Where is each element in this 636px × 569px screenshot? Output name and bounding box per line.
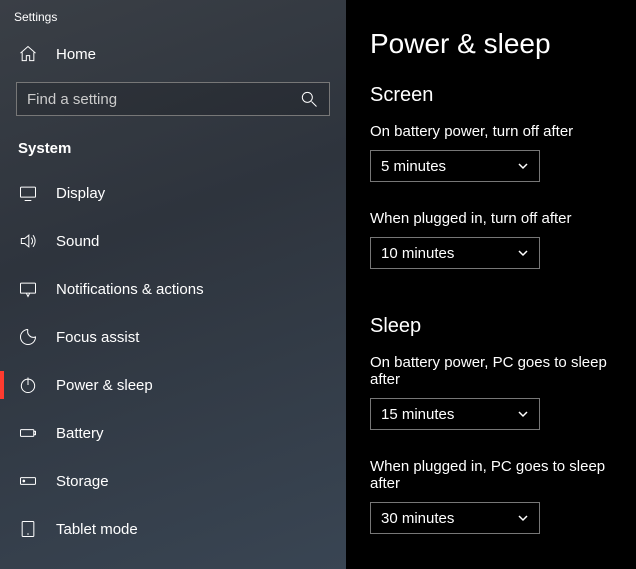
page-title: Power & sleep [370, 28, 612, 60]
chevron-down-icon [517, 160, 529, 172]
nav-home[interactable]: Home [0, 32, 346, 76]
section-screen-heading: Screen [370, 84, 612, 107]
sound-icon [18, 231, 38, 251]
nav-storage[interactable]: Storage [0, 457, 346, 505]
category-label: System [0, 130, 346, 169]
nav-power-sleep[interactable]: Power & sleep [0, 361, 346, 409]
storage-icon [18, 471, 38, 491]
nav-tablet[interactable]: Tablet mode [0, 505, 346, 553]
nav-tablet-label: Tablet mode [56, 521, 138, 538]
notifications-icon [18, 279, 38, 299]
search-icon [299, 89, 319, 109]
settings-sidebar: Settings Home System Display Sound Notif… [0, 0, 346, 569]
chevron-down-icon [517, 247, 529, 259]
nav-notifications[interactable]: Notifications & actions [0, 265, 346, 313]
screen-battery-label: On battery power, turn off after [370, 123, 612, 140]
nav-sound-label: Sound [56, 233, 99, 250]
power-icon [18, 375, 38, 395]
screen-battery-value: 5 minutes [381, 158, 446, 175]
nav-sound[interactable]: Sound [0, 217, 346, 265]
screen-plugged-label: When plugged in, turn off after [370, 210, 612, 227]
section-sleep-heading: Sleep [370, 315, 612, 338]
display-icon [18, 183, 38, 203]
sleep-battery-label: On battery power, PC goes to sleep after [370, 354, 612, 388]
search-input[interactable] [27, 91, 299, 108]
sleep-plugged-value: 30 minutes [381, 510, 454, 527]
nav-battery[interactable]: Battery [0, 409, 346, 457]
screen-plugged-value: 10 minutes [381, 245, 454, 262]
tablet-icon [18, 519, 38, 539]
sleep-battery-value: 15 minutes [381, 406, 454, 423]
home-icon [18, 44, 38, 64]
nav-focus[interactable]: Focus assist [0, 313, 346, 361]
nav-focus-label: Focus assist [56, 329, 139, 346]
nav-display[interactable]: Display [0, 169, 346, 217]
window-title: Settings [0, 0, 346, 32]
nav-battery-label: Battery [56, 425, 104, 442]
sleep-plugged-label: When plugged in, PC goes to sleep after [370, 458, 612, 492]
nav-power-label: Power & sleep [56, 377, 153, 394]
screen-plugged-dropdown[interactable]: 10 minutes [370, 237, 540, 269]
sleep-plugged-dropdown[interactable]: 30 minutes [370, 502, 540, 534]
nav-notifications-label: Notifications & actions [56, 281, 204, 298]
focus-assist-icon [18, 327, 38, 347]
search-box[interactable] [16, 82, 330, 116]
chevron-down-icon [517, 408, 529, 420]
sleep-battery-dropdown[interactable]: 15 minutes [370, 398, 540, 430]
screen-battery-dropdown[interactable]: 5 minutes [370, 150, 540, 182]
content-pane: Power & sleep Screen On battery power, t… [346, 0, 636, 569]
nav-display-label: Display [56, 185, 105, 202]
nav-storage-label: Storage [56, 473, 109, 490]
chevron-down-icon [517, 512, 529, 524]
nav-home-label: Home [56, 46, 96, 63]
battery-icon [18, 423, 38, 443]
